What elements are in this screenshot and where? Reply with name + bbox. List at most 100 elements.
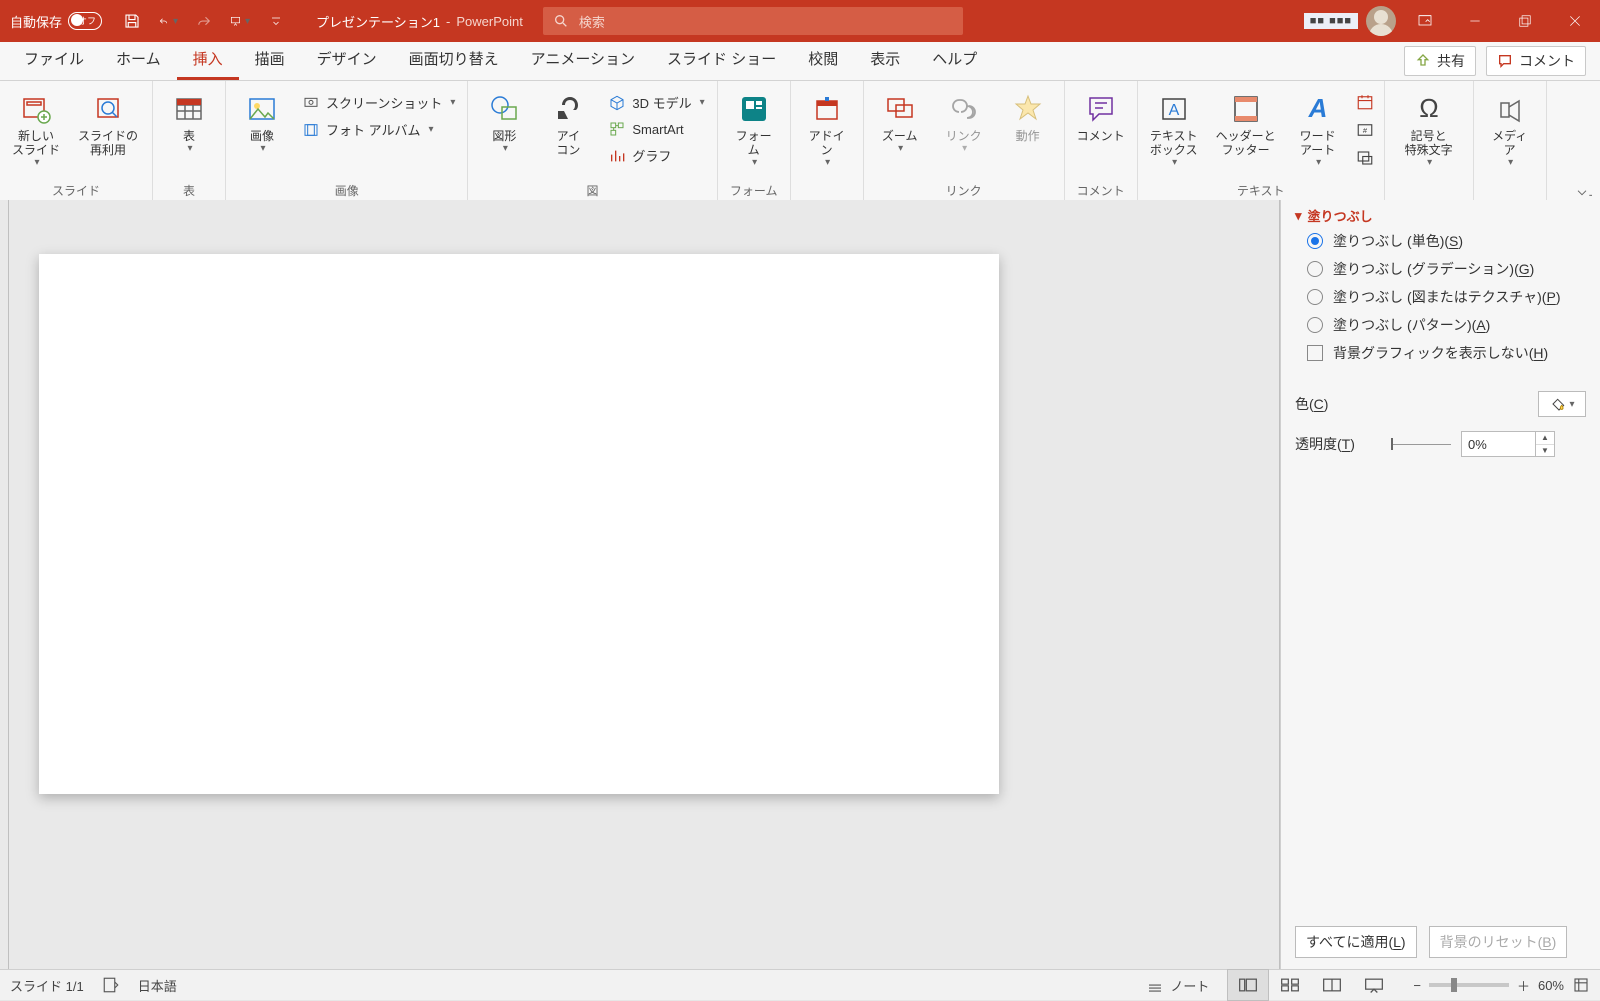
- autosave-label: 自動保存: [10, 12, 62, 31]
- tab-file[interactable]: ファイル: [8, 40, 100, 80]
- table-button[interactable]: 表 ▾: [159, 89, 219, 155]
- share-button[interactable]: 共有: [1404, 46, 1476, 76]
- redo-icon[interactable]: [194, 11, 214, 31]
- tab-help[interactable]: ヘルプ: [916, 40, 993, 80]
- paint-bucket-icon: [1549, 396, 1565, 412]
- comments-button[interactable]: コメント: [1486, 46, 1586, 76]
- transparency-slider[interactable]: [1391, 433, 1451, 455]
- fill-solid-radio[interactable]: 塗りつぶし (単色)(S): [1307, 231, 1586, 251]
- smartart-button[interactable]: SmartArt: [604, 118, 708, 140]
- present-from-start-icon[interactable]: ▾: [230, 11, 250, 31]
- zoom-button[interactable]: ズーム ▾: [870, 89, 930, 155]
- addins-button[interactable]: アドイン ▾: [797, 89, 857, 170]
- object-button[interactable]: [1354, 147, 1376, 169]
- forms-button[interactable]: フォーム ▾: [724, 89, 784, 170]
- tab-review[interactable]: 校閲: [792, 40, 854, 80]
- fill-pattern-radio[interactable]: 塗りつぶし (パターン)(A): [1307, 315, 1586, 335]
- spin-down-icon[interactable]: ▼: [1536, 445, 1554, 457]
- slide-indicator[interactable]: スライド 1/1: [10, 976, 84, 995]
- pane-section-fill[interactable]: 塗りつぶし: [1295, 204, 1586, 231]
- media-button[interactable]: メディア ▾: [1480, 89, 1540, 170]
- link-button[interactable]: リンク ▾: [934, 89, 994, 155]
- screenshot-button[interactable]: スクリーンショット ▾: [298, 91, 459, 114]
- slide-canvas[interactable]: [39, 254, 999, 794]
- transparency-spinbox[interactable]: 0% ▲ ▼: [1461, 431, 1555, 457]
- reuse-slides-button[interactable]: スライドの再利用: [70, 89, 146, 160]
- header-footer-button[interactable]: ヘッダーとフッター: [1208, 89, 1284, 160]
- slide-number-button[interactable]: #: [1354, 119, 1376, 141]
- wordart-button[interactable]: A ワードアート ▾: [1288, 89, 1348, 170]
- spellcheck-icon[interactable]: [102, 976, 120, 994]
- notes-button[interactable]: ノート: [1146, 976, 1209, 995]
- search-box[interactable]: 検索: [543, 7, 963, 35]
- status-bar: スライド 1/1 日本語 ノート − ＋ 60%: [0, 969, 1600, 1000]
- fit-window-button[interactable]: [1572, 976, 1590, 994]
- chart-icon: [608, 147, 626, 165]
- fill-picture-radio[interactable]: 塗りつぶし (図またはテクスチャ)(P): [1307, 287, 1586, 307]
- autosave-toggle[interactable]: オフ: [68, 12, 102, 30]
- close-icon[interactable]: [1550, 0, 1600, 42]
- new-slide-button[interactable]: 新しいスライド ▾: [6, 89, 66, 170]
- save-icon[interactable]: [122, 11, 142, 31]
- photo-album-button[interactable]: フォト アルバム ▾: [298, 118, 459, 141]
- undo-icon[interactable]: ▾: [158, 11, 178, 31]
- color-picker-button[interactable]: ▾: [1538, 391, 1586, 417]
- avatar[interactable]: [1366, 6, 1396, 36]
- 3dmodel-button[interactable]: 3D モデル ▾: [604, 91, 708, 114]
- tab-animations[interactable]: アニメーション: [515, 40, 651, 80]
- tab-transitions[interactable]: 画面切り替え: [393, 40, 515, 80]
- reset-bg-button[interactable]: 背景のリセット(B): [1429, 926, 1568, 958]
- spin-up-icon[interactable]: ▲: [1536, 432, 1554, 445]
- ribbon: 新しいスライド ▾ スライドの再利用 スライド 表 ▾ 表: [0, 81, 1600, 204]
- forms-label: フォーム: [736, 129, 772, 158]
- date-time-button[interactable]: [1354, 91, 1376, 113]
- qat-customize-icon[interactable]: [266, 11, 286, 31]
- shapes-button[interactable]: 図形 ▾: [474, 89, 534, 155]
- fill-gradient-radio[interactable]: 塗りつぶし (グラデーション)(G): [1307, 259, 1586, 279]
- zoom-controls: − ＋ 60%: [1413, 976, 1590, 995]
- pictures-label: 画像: [250, 129, 274, 143]
- screenshot-label: スクリーンショット: [326, 93, 442, 112]
- textbox-button[interactable]: A テキストボックス ▾: [1144, 89, 1204, 170]
- ribbon-pin-icon[interactable]: [1576, 187, 1592, 201]
- slide-number-icon: #: [1356, 121, 1374, 139]
- chart-button[interactable]: グラフ: [604, 144, 708, 167]
- slideshow-view-button[interactable]: [1353, 969, 1395, 1001]
- tab-insert[interactable]: 挿入: [177, 40, 239, 80]
- icons-button[interactable]: アイコン: [538, 89, 598, 160]
- thumbnails-column[interactable]: [0, 200, 8, 970]
- table-icon: [171, 91, 207, 127]
- language-indicator[interactable]: 日本語: [138, 976, 177, 995]
- apply-all-button[interactable]: すべてに適用(L): [1295, 926, 1417, 958]
- reading-view-button[interactable]: [1311, 969, 1353, 1001]
- zoom-in-button[interactable]: ＋: [1517, 976, 1530, 995]
- chevron-down-icon: [1295, 208, 1302, 224]
- radio-icon: [1307, 317, 1323, 333]
- wordart-label: ワードアート: [1300, 129, 1336, 158]
- document-app-sep: -: [446, 14, 450, 29]
- color-row: 色(C) ▾: [1295, 383, 1586, 425]
- tab-design[interactable]: デザイン: [301, 40, 393, 80]
- tab-home[interactable]: ホーム: [100, 40, 177, 80]
- ribbon-display-options-icon[interactable]: [1400, 0, 1450, 42]
- tab-draw[interactable]: 描画: [239, 40, 301, 80]
- action-button[interactable]: 動作: [998, 89, 1058, 145]
- insert-comment-label: コメント: [1077, 129, 1125, 143]
- minimize-icon[interactable]: [1450, 0, 1500, 42]
- shapes-label: 図形: [492, 129, 516, 143]
- zoom-slider[interactable]: [1429, 983, 1509, 987]
- insert-comment-button[interactable]: コメント: [1071, 89, 1131, 145]
- pictures-button[interactable]: 画像 ▾: [232, 89, 292, 155]
- tab-slideshow[interactable]: スライド ショー: [651, 40, 792, 80]
- normal-view-button[interactable]: [1227, 969, 1269, 1001]
- account-area[interactable]: ■■ ■■■: [1304, 6, 1400, 36]
- chart-label: グラフ: [632, 146, 671, 165]
- hide-bg-graphics-check[interactable]: 背景グラフィックを表示しない(H): [1307, 343, 1586, 363]
- zoom-percent[interactable]: 60%: [1538, 978, 1564, 993]
- restore-icon[interactable]: [1500, 0, 1550, 42]
- symbol-button[interactable]: Ω 記号と特殊文字 ▾: [1391, 89, 1467, 170]
- tab-view[interactable]: 表示: [854, 40, 916, 80]
- slide-editor-area[interactable]: [8, 200, 1280, 970]
- sorter-view-button[interactable]: [1269, 969, 1311, 1001]
- zoom-out-button[interactable]: −: [1413, 978, 1421, 993]
